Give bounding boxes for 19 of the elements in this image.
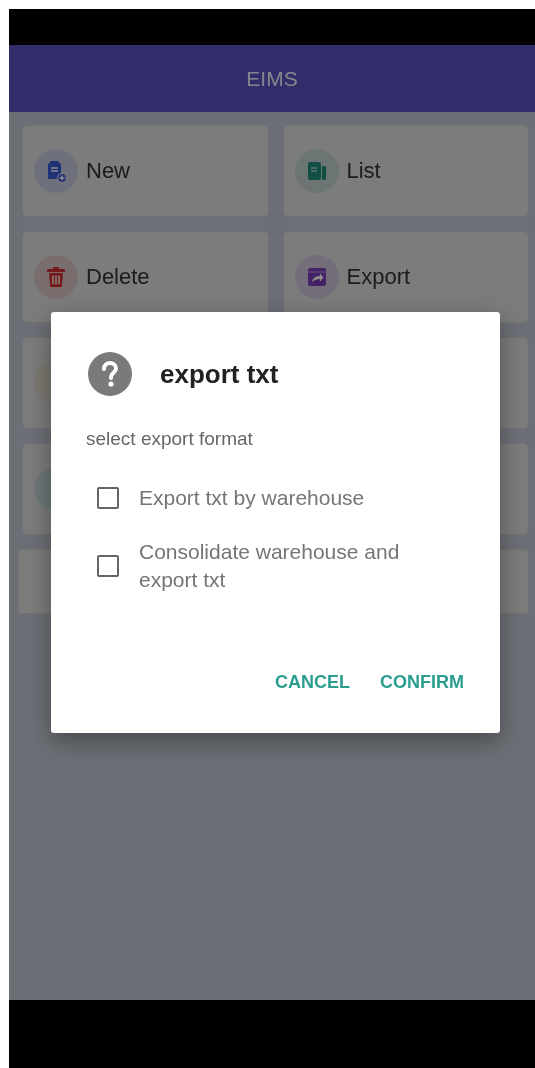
menu-label: New <box>86 158 130 184</box>
trash-icon <box>44 265 68 289</box>
menu-card[interactable]: List <box>282 125 529 217</box>
cancel-button[interactable]: CANCEL <box>267 666 358 699</box>
question-icon <box>88 352 132 396</box>
menu-label: Delete <box>86 264 150 290</box>
option-label[interactable]: Export txt by warehouse <box>139 484 439 512</box>
app-title: EIMS <box>246 66 298 91</box>
menu-label: List <box>346 158 381 184</box>
dialog-title: export txt <box>160 358 279 390</box>
dialog-message: select export format <box>86 428 254 450</box>
menu-card[interactable]: New <box>22 125 269 217</box>
menu-card[interactable]: Delete <box>22 231 269 323</box>
checkbox[interactable] <box>97 555 119 577</box>
checkbox[interactable] <box>97 487 119 509</box>
menu-card[interactable]: Export <box>282 231 529 323</box>
confirm-button[interactable]: CONFIRM <box>372 666 472 699</box>
menu-label: Export <box>346 264 411 290</box>
option-label[interactable]: Consolidate warehouse and export txt <box>139 538 439 594</box>
